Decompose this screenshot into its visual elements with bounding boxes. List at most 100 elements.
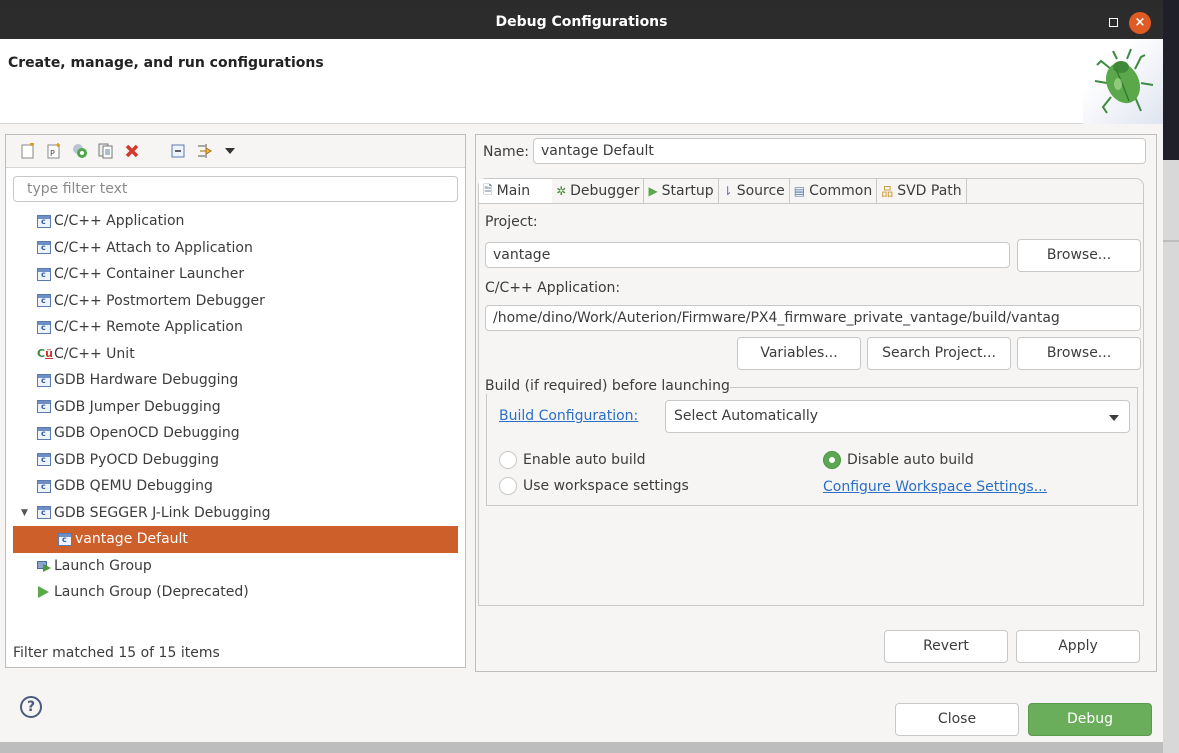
revert-button[interactable]: Revert: [884, 630, 1008, 663]
new-prototype-icon[interactable]: P: [46, 143, 62, 159]
radio-unchecked-icon: [499, 451, 517, 469]
application-label: C/C++ Application:: [485, 280, 621, 296]
configuration-tree-panel: P type filter text C/C++ A: [5, 134, 466, 668]
variables-button[interactable]: Variables...: [737, 337, 861, 370]
tree-item-c-cpp-attach[interactable]: C/C++ Attach to Application: [6, 235, 465, 262]
expand-toggle-icon[interactable]: ▼: [21, 508, 28, 518]
c-app-icon: [37, 453, 51, 467]
tree-item-c-cpp-remote[interactable]: C/C++ Remote Application: [6, 314, 465, 341]
tree-item-gdb-qemu[interactable]: GDB QEMU Debugging: [6, 473, 465, 500]
configure-workspace-settings-link[interactable]: Configure Workspace Settings...: [823, 479, 1047, 495]
tree-item-vantage-default[interactable]: vantage Default: [13, 526, 458, 553]
title-bar: Debug Configurations ×: [0, 7, 1163, 39]
dialog-header: Create, manage, and run configurations: [0, 39, 1163, 124]
tree-item-c-cpp-postmortem[interactable]: C/C++ Postmortem Debugger: [6, 288, 465, 315]
background-taskbar: [0, 742, 1163, 753]
maximize-button[interactable]: [1107, 16, 1119, 28]
main-tab-icon: 🗎: [483, 182, 493, 197]
tree-item-gdb-openocd[interactable]: GDB OpenOCD Debugging: [6, 420, 465, 447]
project-input[interactable]: vantage: [485, 242, 1010, 268]
name-label: Name:: [483, 144, 530, 160]
new-configuration-icon[interactable]: [20, 143, 36, 159]
window-close-button[interactable]: ×: [1129, 12, 1151, 34]
application-browse-button[interactable]: Browse...: [1017, 337, 1141, 370]
window-title: Debug Configurations: [495, 14, 668, 30]
c-app-icon: [37, 373, 51, 387]
radio-disable-auto-build[interactable]: Disable auto build: [823, 451, 974, 469]
launch-group-icon: [37, 559, 51, 573]
tree-item-launch-group[interactable]: Launch Group: [6, 553, 465, 580]
startup-tab-icon: ▶: [648, 184, 658, 198]
close-button[interactable]: Close: [895, 703, 1019, 736]
build-group: Select Automatically Build Configuration…: [486, 387, 1138, 506]
help-button[interactable]: ?: [20, 696, 42, 718]
c-app-icon: [37, 479, 51, 493]
c-app-icon: [37, 320, 51, 334]
filter-icon[interactable]: [196, 143, 212, 159]
application-input[interactable]: /home/dino/Work/Auterion/Firmware/PX4_fi…: [485, 305, 1141, 331]
c-app-icon: [37, 267, 51, 281]
tree-item-gdb-hardware[interactable]: GDB Hardware Debugging: [6, 367, 465, 394]
c-app-icon: [37, 506, 51, 520]
play-icon: [38, 586, 49, 599]
tab-common[interactable]: ▤ Common: [790, 179, 878, 203]
tree-item-gdb-jumper[interactable]: GDB Jumper Debugging: [6, 394, 465, 421]
build-group-title: Build (if required) before launching: [485, 378, 730, 394]
radio-use-workspace-settings[interactable]: Use workspace settings: [499, 477, 689, 495]
tree-toolbar: P: [6, 135, 465, 168]
source-tab-icon: ⇂: [722, 184, 733, 198]
tree-item-c-cpp-unit[interactable]: Cü C/C++ Unit: [6, 341, 465, 368]
debugger-tab-icon: ✲: [556, 184, 567, 198]
build-configuration-link[interactable]: Build Configuration:: [499, 408, 638, 424]
tree-item-gdb-pyocd[interactable]: GDB PyOCD Debugging: [6, 447, 465, 474]
bug-icon: [1094, 48, 1154, 114]
background-window: [1163, 0, 1179, 753]
debug-configurations-dialog: Debug Configurations × Create, manage, a…: [0, 7, 1163, 742]
bug-banner: [1083, 39, 1163, 124]
tree-item-c-cpp-application[interactable]: C/C++ Application: [6, 208, 465, 235]
project-browse-button[interactable]: Browse...: [1017, 239, 1141, 272]
configuration-tree: C/C++ Application C/C++ Attach to Applic…: [6, 208, 465, 606]
tree-item-launch-group-deprecated[interactable]: Launch Group (Deprecated): [6, 579, 465, 606]
c-app-icon: [37, 214, 51, 228]
filter-status: Filter matched 15 of 15 items: [13, 645, 220, 661]
c-app-icon: [37, 294, 51, 308]
tree-item-c-cpp-container[interactable]: C/C++ Container Launcher: [6, 261, 465, 288]
radio-enable-auto-build[interactable]: Enable auto build: [499, 451, 646, 469]
c-app-icon: [37, 400, 51, 414]
export-icon[interactable]: [72, 143, 88, 159]
debug-button[interactable]: Debug: [1028, 703, 1152, 736]
tab-startup[interactable]: ▶ Startup: [644, 179, 719, 203]
project-label: Project:: [485, 214, 538, 230]
tab-svd-path[interactable]: 品 SVD Path: [877, 179, 967, 203]
main-tab-content: Project: vantage Browse... C/C++ Applica…: [478, 204, 1144, 606]
c-app-icon: [58, 532, 72, 546]
tab-debugger[interactable]: ✲ Debugger: [552, 179, 645, 203]
radio-checked-icon: [823, 451, 841, 469]
config-tabs: 🗎 Main ✲ Debugger ▶ Startup ⇂ Source ▤ Common…: [478, 178, 1144, 204]
view-menu-icon[interactable]: [222, 143, 238, 159]
c-unit-icon: Cü: [37, 347, 53, 361]
tab-source[interactable]: ⇂ Source: [719, 179, 790, 203]
c-app-icon: [37, 426, 51, 440]
configuration-editor-panel: Name: vantage Default 🗎 Main ✲ Debugger ▶ S…: [475, 134, 1157, 672]
svg-text:P: P: [50, 149, 55, 158]
chevron-down-icon: [1109, 415, 1119, 421]
name-input[interactable]: vantage Default: [533, 138, 1146, 164]
search-project-button[interactable]: Search Project...: [867, 337, 1011, 370]
apply-button[interactable]: Apply: [1016, 630, 1140, 663]
build-configuration-select[interactable]: Select Automatically: [665, 400, 1130, 433]
radio-unchecked-icon: [499, 477, 517, 495]
maximize-icon: [1109, 18, 1118, 27]
common-tab-icon: ▤: [793, 184, 806, 198]
tab-main[interactable]: 🗎 Main: [479, 179, 553, 203]
delete-icon[interactable]: [124, 143, 140, 159]
collapse-all-icon[interactable]: [170, 143, 186, 159]
svd-path-tab-icon: 品: [881, 184, 894, 199]
c-app-icon: [37, 241, 51, 255]
tree-item-gdb-segger-jlink[interactable]: ▼GDB SEGGER J-Link Debugging: [6, 500, 465, 527]
close-icon: ×: [1134, 15, 1146, 30]
filter-input[interactable]: type filter text: [13, 176, 458, 202]
duplicate-icon[interactable]: [98, 143, 114, 159]
dialog-subtitle: Create, manage, and run configurations: [8, 55, 324, 71]
